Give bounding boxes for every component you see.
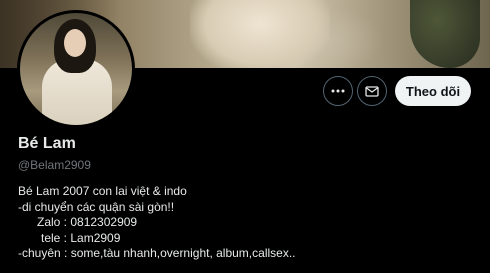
banner-photo-subject	[190, 0, 330, 68]
bio-line: Zalo : 0812302909	[37, 215, 138, 229]
profile-avatar[interactable]	[17, 10, 135, 128]
follow-button[interactable]: Theo dõi	[395, 76, 471, 106]
bio-line: tele : Lam2909	[41, 230, 121, 245]
profile-bio: Bé Lam 2007 con lai việt & indo -di chuy…	[18, 184, 478, 262]
more-options-button[interactable]	[323, 76, 353, 106]
avatar-face	[64, 29, 86, 57]
envelope-icon	[365, 85, 379, 97]
display-name: Bé Lam	[18, 135, 76, 152]
bio-line: -di chuyển các quận sài gòn!!	[18, 199, 175, 214]
more-horizontal-icon	[331, 89, 345, 93]
user-handle: @Belam2909	[18, 158, 91, 172]
bio-line: -chuyên : some,tàu nhanh,overnight, albu…	[18, 246, 296, 260]
banner-plant	[410, 0, 480, 68]
message-button[interactable]	[357, 76, 387, 106]
bio-line: Bé Lam 2007 con lai việt & indo	[18, 184, 187, 198]
